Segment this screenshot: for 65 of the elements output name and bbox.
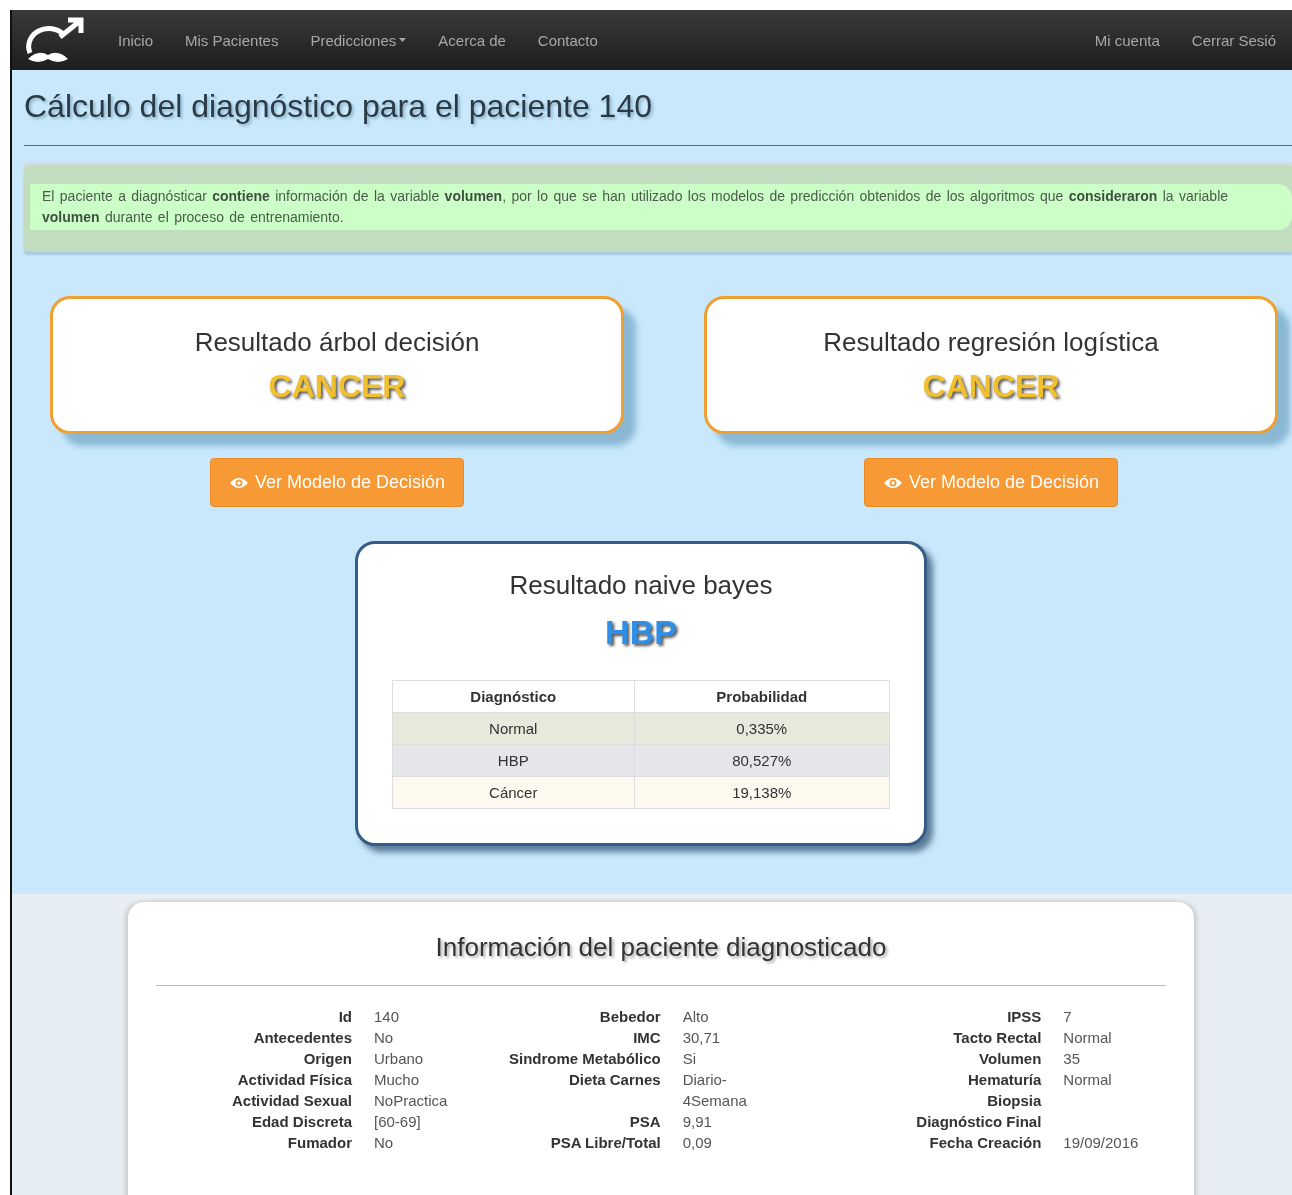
field-label: Biopsia bbox=[986, 1091, 1042, 1111]
nav-link[interactable]: Mis Pacientes bbox=[169, 31, 295, 49]
field-label: Antecedentes bbox=[252, 1028, 352, 1048]
table-cell: 0,335% bbox=[634, 712, 890, 745]
field-label: Sindrome Metabólico bbox=[507, 1049, 661, 1069]
column-header: Diagnóstico bbox=[392, 680, 635, 713]
table-cell: 80,527% bbox=[634, 744, 890, 777]
field-value: NoPractica bbox=[374, 1091, 449, 1111]
caret-icon bbox=[399, 38, 407, 42]
field-label: Volumen bbox=[978, 1049, 1042, 1069]
result-title: Resultado árbol decisión bbox=[194, 327, 480, 358]
page-title: Cálculo del diagnóstico para el paciente 140 bbox=[24, 88, 653, 125]
field-value: Diario-4Semana bbox=[682, 1070, 748, 1111]
field-label: Edad Discreta bbox=[250, 1112, 352, 1132]
field-label: IPSS bbox=[1006, 1007, 1042, 1027]
field-label: Actividad Sexual bbox=[230, 1091, 352, 1111]
field-value: 9,91 bbox=[682, 1112, 713, 1132]
nav-link[interactable]: Predicciones bbox=[294, 31, 423, 49]
field-label: Fecha Creación bbox=[928, 1133, 1042, 1153]
field-label: Tacto Rectal bbox=[952, 1028, 1042, 1048]
table-cell: Normal bbox=[392, 712, 635, 745]
field-label: Bebedor bbox=[598, 1007, 661, 1027]
field-value: 0,09 bbox=[682, 1133, 713, 1153]
nav-link[interactable]: Mi cuenta bbox=[1078, 31, 1176, 49]
field-value: 35 bbox=[1063, 1049, 1081, 1069]
field-value: 19/09/2016 bbox=[1063, 1133, 1140, 1153]
nav-link[interactable]: Contacto bbox=[521, 31, 614, 49]
section-title: Información del paciente diagnosticado bbox=[434, 932, 888, 963]
nav-link[interactable]: Acerca de bbox=[422, 31, 522, 49]
eye-icon bbox=[228, 475, 249, 490]
field-value: 7 bbox=[1063, 1007, 1073, 1027]
field-label: Dieta Carnes bbox=[567, 1070, 661, 1090]
field-value: Normal bbox=[1063, 1070, 1113, 1090]
result-title: Resultado naive bayes bbox=[509, 570, 773, 601]
field-value: Urbano bbox=[374, 1049, 425, 1069]
field-label: Id bbox=[337, 1007, 352, 1027]
table-cell: 19,138% bbox=[634, 776, 890, 809]
field-value: Si bbox=[682, 1049, 697, 1069]
field-value: No bbox=[374, 1133, 395, 1153]
field-label: Actividad Física bbox=[236, 1070, 352, 1090]
field-value: 30,71 bbox=[682, 1028, 722, 1048]
table-cell: Cáncer bbox=[392, 776, 635, 809]
field-label: Origen bbox=[302, 1049, 352, 1069]
field-label: PSA bbox=[628, 1112, 661, 1132]
result-value: HBP bbox=[605, 613, 677, 652]
field-value: [60-69] bbox=[374, 1112, 422, 1132]
field-label: PSA Libre/Total bbox=[549, 1133, 661, 1153]
table-cell: HBP bbox=[392, 744, 635, 777]
field-label: Hematuría bbox=[966, 1070, 1042, 1090]
field-label: IMC bbox=[632, 1028, 661, 1048]
nav-link[interactable]: Inicio bbox=[102, 31, 170, 49]
field-value: Normal bbox=[1063, 1028, 1113, 1048]
result-value: CANCER bbox=[922, 368, 1060, 405]
field-label: Fumador bbox=[286, 1133, 352, 1153]
nav-link[interactable]: Cerrar Sesió bbox=[1175, 31, 1292, 49]
result-title: Resultado regresión logística bbox=[823, 327, 1159, 358]
field-value: Alto bbox=[682, 1007, 710, 1027]
column-header: Probabilidad bbox=[634, 680, 890, 713]
result-value: CANCER bbox=[268, 368, 406, 405]
alert-text: El paciente a diagnósticar contiene información de la variable volumen, por lo que se han utilizado los modelos de predicción obtenidos de los algoritmos que consideraron la variable volumen durante el proceso de entrenamiento. bbox=[30, 184, 1292, 230]
field-value: No bbox=[374, 1028, 395, 1048]
field-value: 140 bbox=[374, 1007, 401, 1027]
field-label: Diagnóstico Final bbox=[915, 1112, 1042, 1132]
field-value: Mucho bbox=[374, 1070, 421, 1090]
eye-icon bbox=[882, 475, 903, 490]
